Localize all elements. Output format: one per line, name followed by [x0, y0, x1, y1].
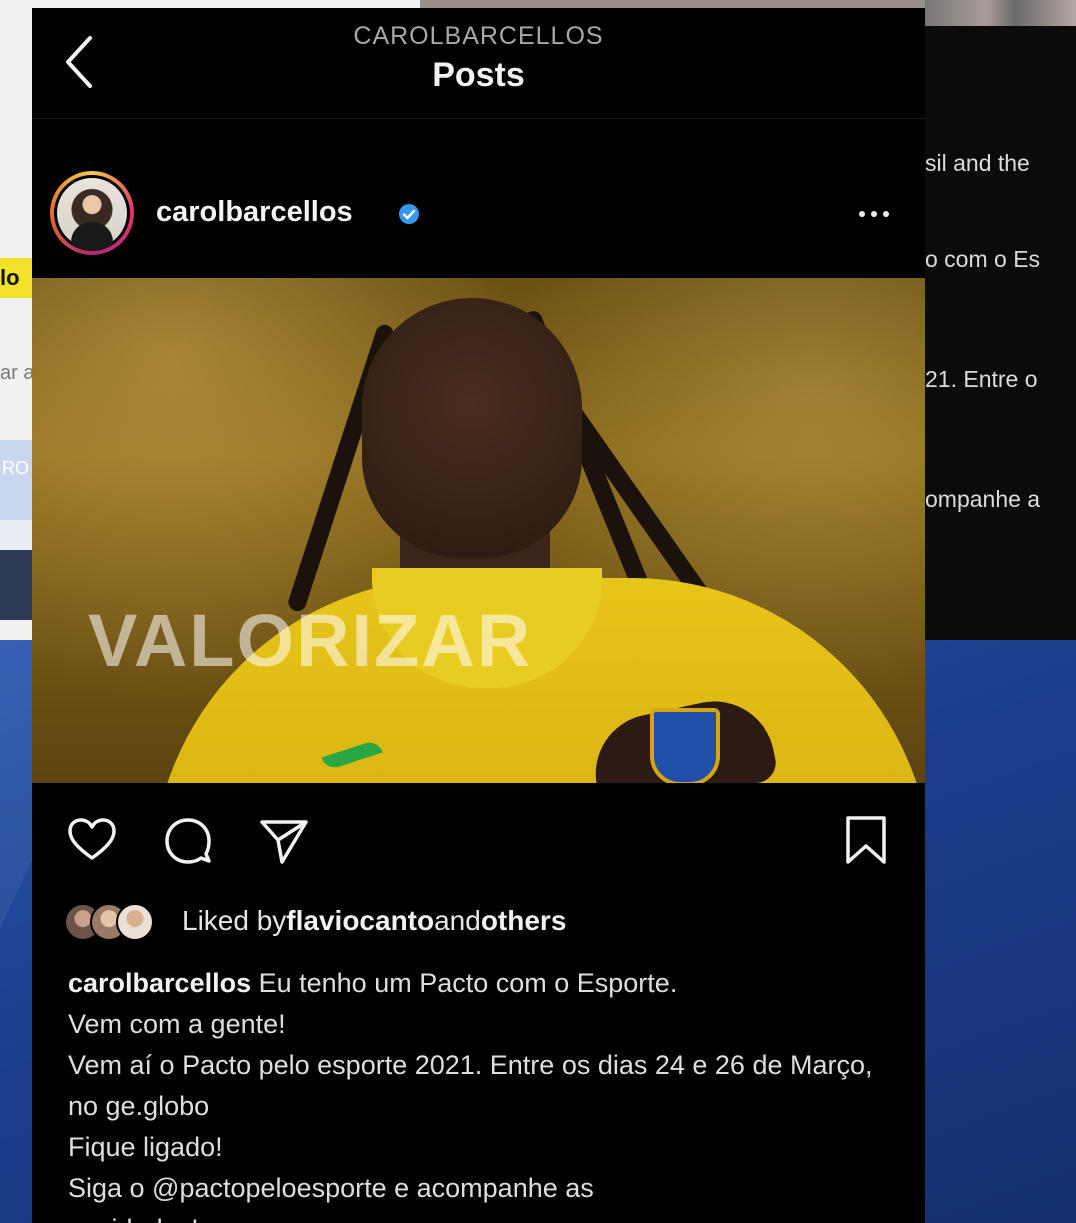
avatar[interactable] — [50, 171, 134, 255]
caption-username[interactable]: carolbarcellos — [68, 968, 251, 998]
team-crest — [650, 708, 720, 783]
post-image[interactable]: VALORIZAR — [32, 278, 925, 783]
text-fragment: sil and the — [925, 150, 1030, 176]
account-name-label: CAROLBARCELLOS — [353, 22, 604, 50]
comment-button[interactable] — [162, 814, 214, 866]
card-label: RO — [2, 458, 29, 478]
comment-icon — [165, 818, 211, 864]
verified-badge-icon — [399, 204, 419, 224]
page-title: Posts — [432, 56, 525, 94]
image-watermark: VALORIZAR — [88, 599, 533, 682]
post-caption: carolbarcellos Eu tenho um Pacto com o E… — [68, 963, 898, 1223]
caption-line: novidades! — [68, 1209, 898, 1223]
caption-line: Vem aí o Pacto pelo esporte 2021. Entre … — [68, 1050, 873, 1121]
text-fragment: ompanhe a — [925, 486, 1041, 512]
share-icon — [260, 820, 308, 864]
background-photo-strip — [420, 0, 930, 8]
caption-line: Fique ligado! — [68, 1132, 223, 1162]
more-options-icon — [859, 211, 889, 217]
player-face — [362, 298, 582, 558]
post-header: carolbarcellos — [32, 168, 925, 268]
avatar — [116, 903, 154, 941]
avatar-photo — [57, 178, 127, 251]
background-image-strip — [925, 0, 1076, 26]
text-fragment: o com o Es — [925, 246, 1041, 272]
post-actions — [32, 808, 925, 878]
instagram-post-screen: CAROLBARCELLOS Posts carolbarcellos VALO… — [32, 8, 925, 1223]
liked-by-user[interactable]: flaviocanto — [286, 905, 434, 937]
text-fragment: ar a — [0, 362, 35, 384]
caption-line: Vem com a gente! — [68, 1009, 286, 1039]
heart-icon — [68, 818, 116, 860]
liker-avatars — [64, 903, 174, 941]
caption-line: carolbarcellos Eu tenho um Pacto com o E… — [68, 968, 678, 998]
like-button[interactable] — [66, 814, 118, 866]
likes-summary[interactable]: Liked by flaviocanto and others — [64, 901, 566, 941]
share-button[interactable] — [258, 814, 310, 866]
caption-line: Siga o @pactopeloesporte e acompanhe as — [68, 1173, 594, 1203]
top-bar: CAROLBARCELLOS Posts — [32, 8, 925, 119]
text-fragment: 21. Entre o — [925, 366, 1038, 392]
liked-by-prefix: Liked by — [182, 905, 287, 936]
post-username[interactable]: carolbarcellos — [156, 196, 353, 229]
liked-by-others[interactable]: others — [481, 905, 567, 937]
liked-by-and: and — [434, 905, 481, 936]
background-post-right: sil and the o com o Es 21. Entre o ompan… — [925, 0, 1076, 655]
save-button[interactable] — [840, 814, 892, 866]
more-options-button[interactable] — [852, 202, 896, 226]
bookmark-icon — [846, 816, 886, 864]
